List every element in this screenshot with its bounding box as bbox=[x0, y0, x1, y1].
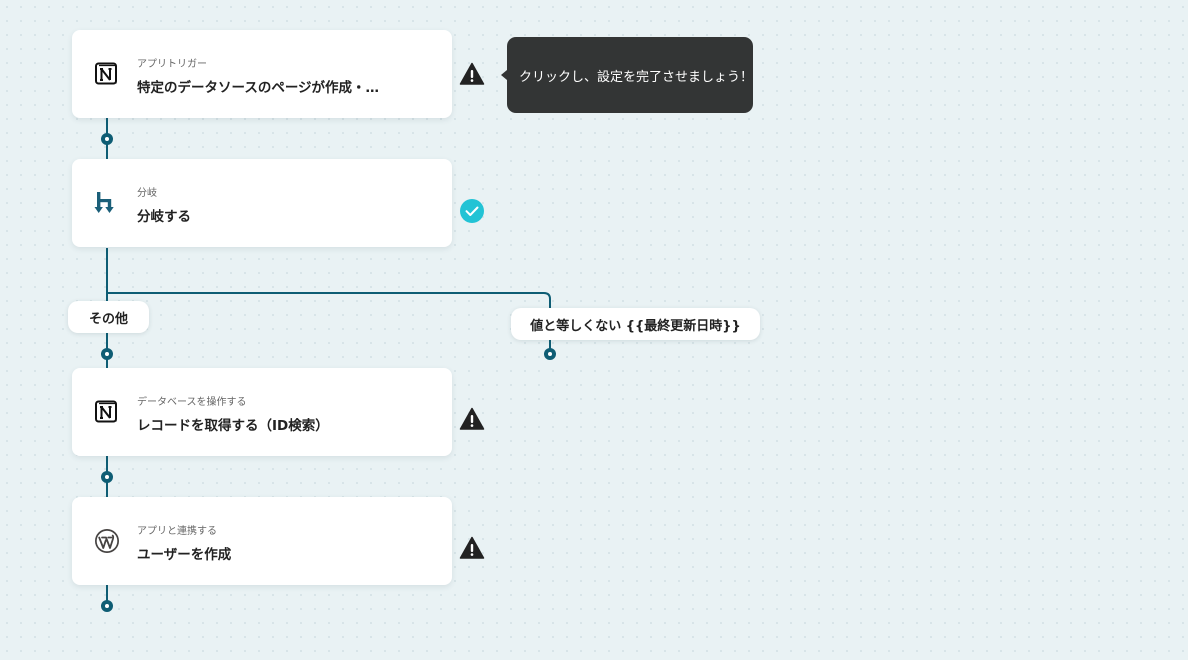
branch-label-other[interactable]: その他 bbox=[68, 301, 149, 333]
add-step-node[interactable] bbox=[101, 133, 113, 145]
flow-step-get-record[interactable]: データベースを操作する レコードを取得する（ID検索） bbox=[72, 368, 452, 456]
check-icon bbox=[460, 199, 484, 223]
step-title: 分岐する bbox=[137, 209, 191, 225]
notion-icon bbox=[95, 400, 117, 423]
add-step-node[interactable] bbox=[544, 348, 556, 360]
flow-step-create-user[interactable]: アプリと連携する ユーザーを作成 bbox=[72, 497, 452, 585]
notion-icon bbox=[95, 62, 117, 85]
add-step-node[interactable] bbox=[101, 600, 113, 612]
setup-tooltip: クリックし、設定を完了させましょう！ bbox=[501, 37, 754, 113]
flow-canvas: アプリトリガー 特定のデータソースのページが作成・… クリックし、設定を完了させ… bbox=[0, 0, 1188, 660]
warning-icon[interactable] bbox=[459, 535, 485, 561]
branch-label-text: その他 bbox=[88, 311, 128, 327]
step-kind: アプリと連携する bbox=[137, 526, 217, 537]
warning-icon[interactable] bbox=[459, 406, 485, 432]
add-step-node[interactable] bbox=[101, 348, 113, 360]
flow-step-trigger[interactable]: アプリトリガー 特定のデータソースのページが作成・… bbox=[72, 30, 452, 118]
step-kind: アプリトリガー bbox=[137, 59, 207, 70]
branch-label-text: 値と等しくない {{最終更新日時}} bbox=[530, 318, 741, 334]
step-kind: 分岐 bbox=[137, 188, 157, 199]
warning-icon[interactable] bbox=[459, 61, 485, 87]
step-title: レコードを取得する（ID検索） bbox=[137, 418, 329, 434]
wordpress-icon bbox=[95, 529, 119, 553]
add-step-node[interactable] bbox=[101, 471, 113, 483]
step-kind: データベースを操作する bbox=[137, 397, 247, 408]
step-title: ユーザーを作成 bbox=[137, 547, 232, 563]
branch-label-condition[interactable]: 値と等しくない {{最終更新日時}} bbox=[511, 308, 760, 340]
branch-connector-line bbox=[107, 292, 551, 308]
branch-icon bbox=[94, 192, 114, 213]
flow-step-branch[interactable]: 分岐 分岐する bbox=[72, 159, 452, 247]
step-title: 特定のデータソースのページが作成・… bbox=[137, 80, 380, 96]
tooltip-text: クリックし、設定を完了させましょう！ bbox=[519, 69, 754, 85]
